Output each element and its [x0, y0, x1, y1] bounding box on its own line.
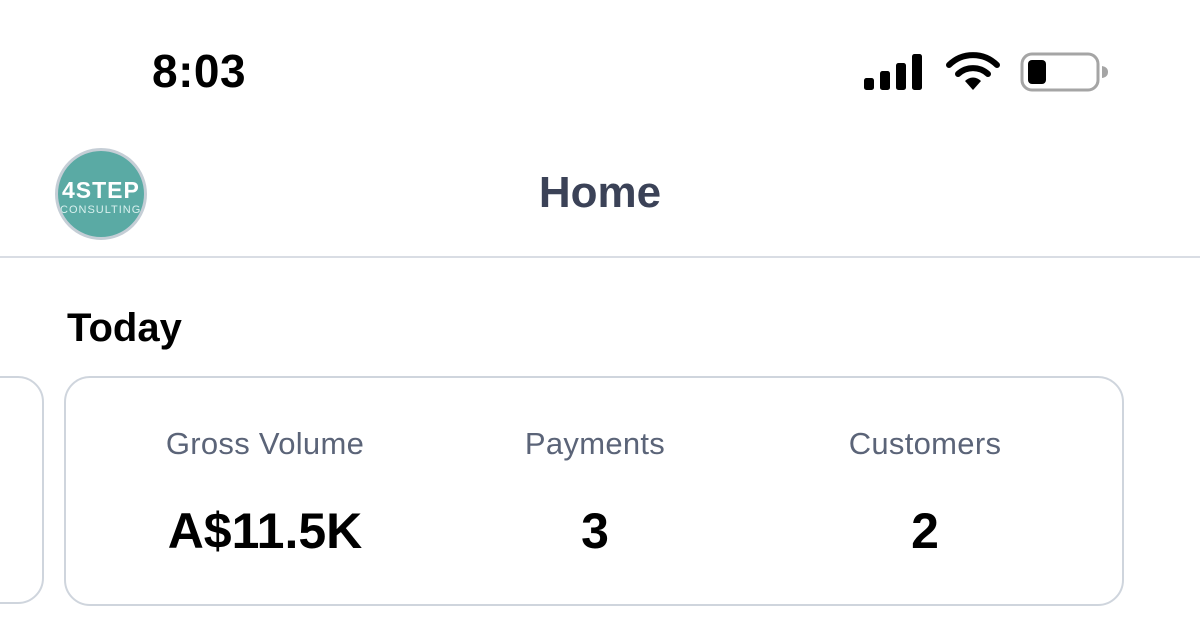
stat-label: Gross Volume: [165, 426, 365, 461]
stat-value: A$11.5K: [167, 503, 363, 559]
stat-gross-volume: Gross Volume A$11.5K: [100, 426, 430, 560]
stat-payments: Payments 3: [430, 426, 760, 560]
stats-card[interactable]: Gross Volume A$11.5K Payments 3 Customer…: [64, 376, 1124, 606]
status-bar: 8:03: [0, 0, 1200, 120]
stat-value: 3: [581, 503, 609, 559]
stat-customers: Customers 2: [760, 426, 1090, 560]
previous-card[interactable]: [0, 376, 44, 604]
stat-value: 2: [911, 503, 939, 559]
wifi-icon: [946, 52, 1000, 90]
status-time: 8:03: [152, 45, 247, 97]
screen: 8:03 4STEP CONSULTING Home Today Gross V…: [0, 0, 1200, 621]
battery-icon: [1020, 52, 1108, 92]
nav-bar: 4STEP CONSULTING Home: [0, 140, 1200, 258]
signal-icon: [864, 54, 922, 90]
stat-label: Payments: [524, 426, 666, 461]
section-title: Today: [67, 306, 182, 350]
page-title: Home: [538, 168, 662, 217]
stat-label: Customers: [848, 426, 1002, 461]
